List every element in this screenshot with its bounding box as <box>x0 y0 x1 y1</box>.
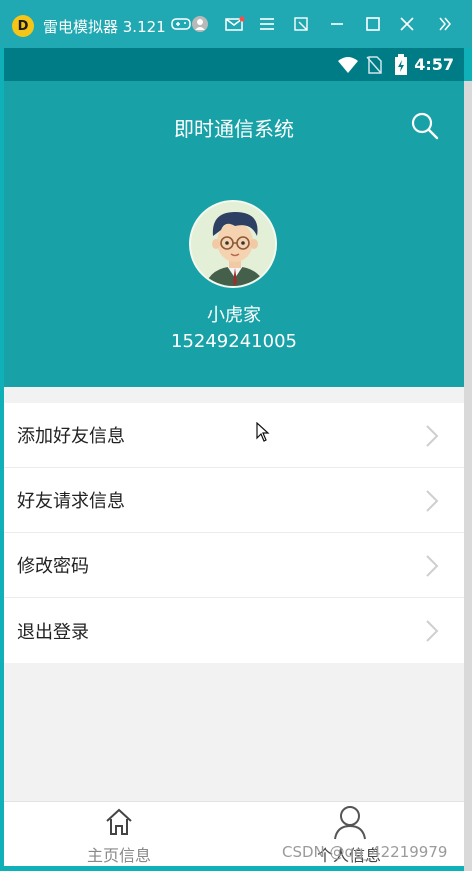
search-icon[interactable] <box>410 111 440 141</box>
tab-home[interactable]: 主页信息 <box>4 802 234 866</box>
battery-charging-icon <box>395 54 407 75</box>
screenshot-icon[interactable] <box>290 12 312 36</box>
emulator-title: 雷电模拟器 3.121 <box>43 18 166 36</box>
menu-icon[interactable] <box>256 12 278 36</box>
minimize-icon[interactable] <box>326 12 348 36</box>
page-title: 即时通信系统 <box>174 117 294 141</box>
settings-menu: 添加好友信息 好友请求信息 修改密码 退出登录 <box>4 403 464 663</box>
person-icon <box>334 806 366 840</box>
avatar[interactable] <box>189 200 277 288</box>
chevron-right-icon <box>426 490 439 512</box>
status-time: 4:57 <box>414 55 454 74</box>
no-sim-icon <box>366 56 382 74</box>
chevron-right-icon <box>426 620 439 642</box>
profile-name: 小虎家 <box>207 305 261 326</box>
menu-item-friend-requests[interactable]: 好友请求信息 <box>4 468 464 533</box>
menu-item-label: 添加好友信息 <box>17 426 125 447</box>
maximize-icon[interactable] <box>362 12 384 36</box>
close-icon[interactable] <box>396 12 418 36</box>
menu-item-add-friend[interactable]: 添加好友信息 <box>4 403 464 468</box>
app-screen: 即时通信系统 小虎家 15249241005 添加好友信息 好友请求信息 修改密… <box>4 81 464 866</box>
mail-icon[interactable] <box>224 12 246 36</box>
window-edge <box>464 81 472 871</box>
mouse-cursor-icon <box>256 422 270 442</box>
more-icon[interactable] <box>434 12 456 36</box>
menu-item-label: 修改密码 <box>17 556 89 577</box>
watermark: CSDN @qq_42219979 <box>282 843 448 861</box>
emulator-title-bar: D 雷电模拟器 3.121 <box>0 0 472 48</box>
menu-item-label: 好友请求信息 <box>17 491 125 512</box>
gamepad-icon[interactable] <box>170 12 192 36</box>
profile-phone: 15249241005 <box>171 331 297 352</box>
tab-label: 主页信息 <box>86 846 151 865</box>
menu-item-label: 退出登录 <box>17 621 89 643</box>
chevron-right-icon <box>426 425 439 447</box>
emulator-logo-icon: D <box>12 15 34 37</box>
wifi-icon <box>338 57 358 73</box>
status-bar: 4:57 <box>4 48 464 81</box>
emulator-window: D 雷电模拟器 3.121 4:57 即时通信系统 小虎家 1524924100… <box>0 0 472 871</box>
user-icon[interactable] <box>191 12 209 36</box>
menu-item-change-password[interactable]: 修改密码 <box>4 533 464 598</box>
chevron-right-icon <box>426 555 439 577</box>
profile-header: 即时通信系统 小虎家 15249241005 <box>4 81 464 387</box>
menu-item-logout[interactable]: 退出登录 <box>4 598 464 663</box>
home-icon <box>106 808 132 835</box>
